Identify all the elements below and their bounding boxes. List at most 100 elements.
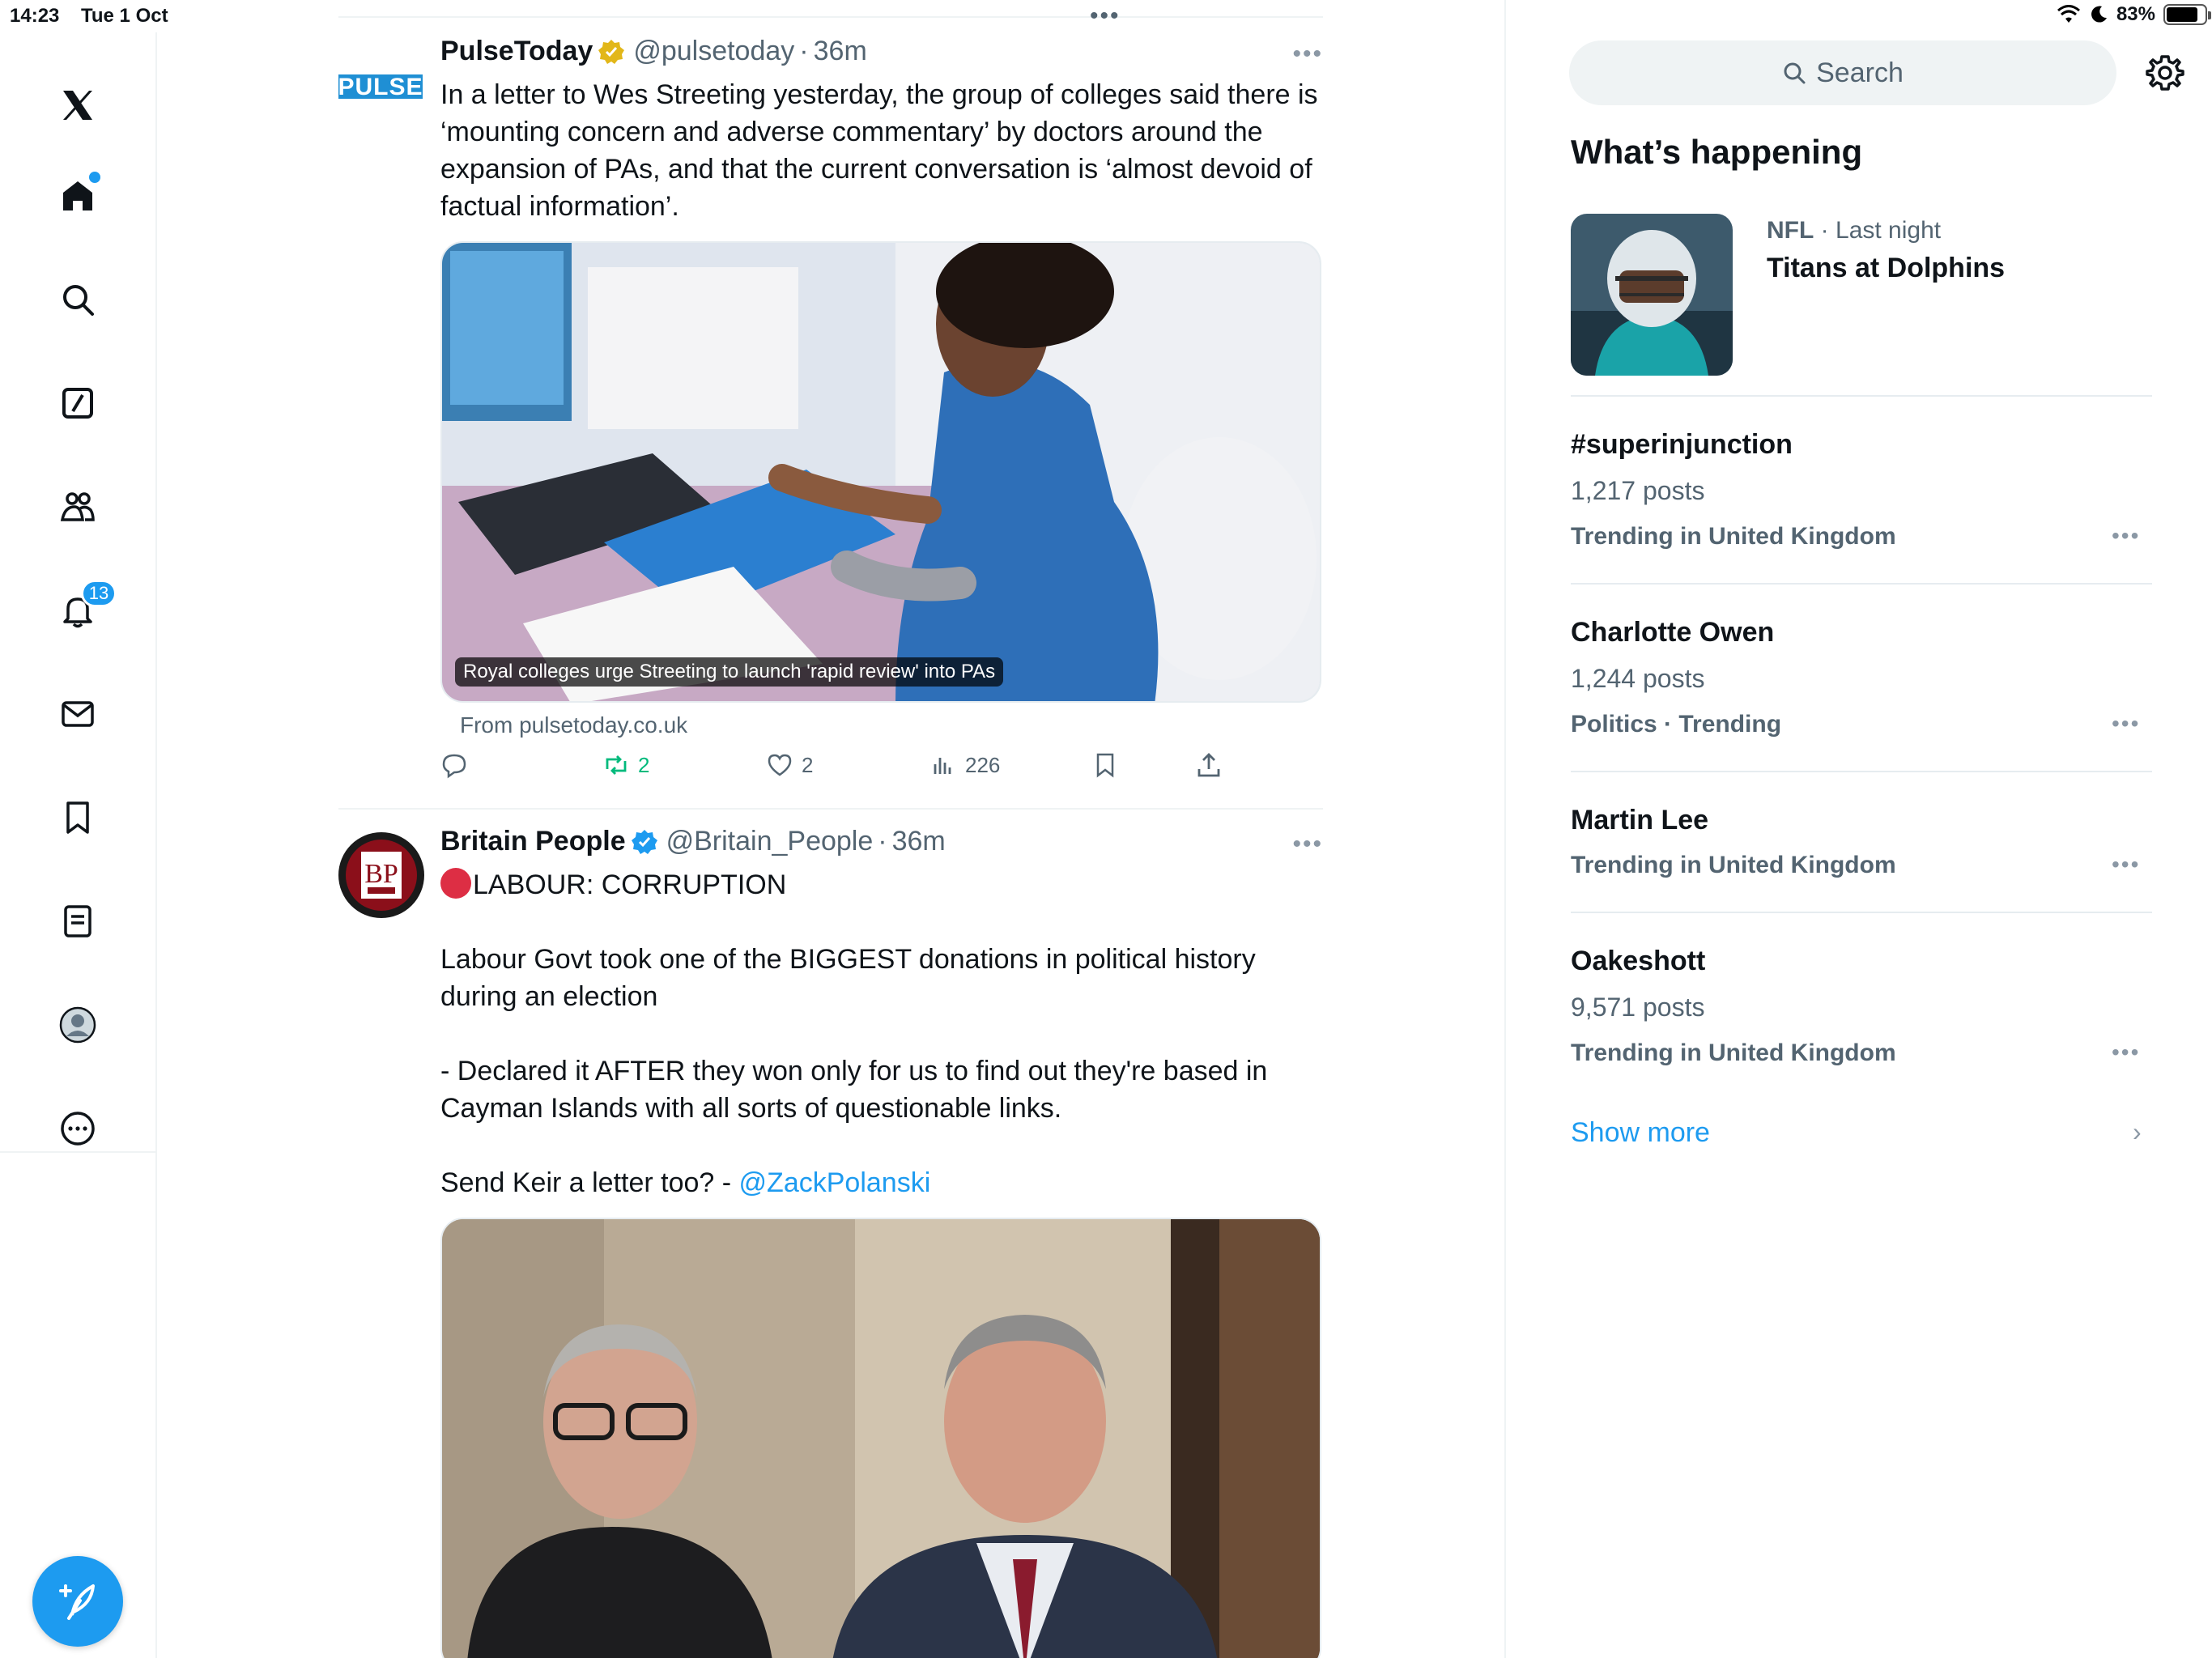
tweet-more-icon[interactable]: ••• (1292, 40, 1323, 68)
grok-icon[interactable] (45, 371, 110, 436)
views-button[interactable]: 226 (929, 751, 1000, 779)
britain-people-logo: BP (339, 833, 423, 917)
home-unread-dot (89, 172, 100, 183)
tweet-header: PulseToday @pulsetoday · 36m (440, 36, 867, 67)
tweet-actions: 2 2 226 (440, 751, 1323, 792)
status-time: 14:23 (10, 5, 60, 27)
link-card-caption: Royal colleges urge Streeting to launch … (455, 657, 1004, 687)
share-icon (1197, 753, 1220, 777)
home-icon[interactable] (45, 164, 110, 228)
featured-separator: · (1820, 217, 1829, 244)
left-navigation: 13 (0, 32, 157, 1658)
bookmarks-icon[interactable] (45, 785, 110, 850)
notifications-icon[interactable]: 13 (45, 578, 117, 643)
view-count: 226 (965, 752, 1001, 777)
tweet-body: Labour Govt took one of the BIGGEST dona… (440, 944, 1268, 1198)
share-button[interactable] (1195, 751, 1223, 779)
status-date: Tue 1 Oct (81, 5, 168, 27)
reply-icon (442, 754, 466, 779)
messages-icon[interactable] (45, 682, 110, 746)
feather-plus-icon (59, 1584, 95, 1620)
author-handle[interactable]: @pulsetoday (633, 36, 794, 67)
tweet-time[interactable]: 36m (814, 36, 867, 67)
timeline-feed: ••• PULSE PulseToday @pulsetoday · 36m •… (338, 0, 1323, 1658)
retweet-icon (606, 755, 627, 775)
views-icon (934, 758, 951, 774)
trend-more-icon[interactable]: ••• (2112, 711, 2140, 737)
notifications-badge: 13 (81, 580, 117, 607)
trend-divider (1571, 771, 2152, 772)
trend-count: 1,244 posts (1571, 664, 1705, 693)
author-handle[interactable]: @Britain_People (666, 826, 874, 857)
communities-icon[interactable] (45, 474, 110, 539)
featured-when: Last night (1836, 217, 1942, 244)
whats-happening-title: What’s happening (1571, 133, 1863, 171)
retweet-count: 2 (638, 752, 650, 777)
gold-verified-badge-icon (598, 39, 625, 64)
trend-more-icon[interactable]: ••• (2112, 1039, 2140, 1065)
football-player-image (1571, 214, 1733, 376)
featured-category: NFL (1767, 217, 1814, 244)
trend-divider (1571, 912, 2152, 913)
link-card-image[interactable]: Royal colleges urge Streeting to launch … (440, 241, 1321, 703)
pulsetoday-avatar-text: PULSE (338, 74, 423, 100)
mention-link[interactable]: @ZackPolanski (739, 1167, 931, 1198)
pulsetoday-avatar[interactable]: PULSE (338, 65, 423, 104)
tweet-time[interactable]: 36m (892, 826, 946, 857)
trend-context: Trending in United Kingdom (1571, 852, 1896, 878)
trend-count: 1,217 posts (1571, 476, 1705, 505)
bookmark-button[interactable] (1091, 751, 1119, 779)
author-name[interactable]: PulseToday (440, 36, 593, 67)
trend-divider (1571, 395, 2152, 397)
trend-name: Charlotte Owen (1571, 617, 1775, 648)
tweet-text-headline: LABOUR: CORRUPTION (440, 866, 1331, 903)
trend-count: 9,571 posts (1571, 993, 1705, 1022)
tweet-divider (338, 808, 1323, 810)
compose-post-button[interactable] (32, 1556, 123, 1647)
reply-button[interactable] (440, 751, 468, 779)
search-icon (1784, 62, 1806, 84)
tweet-photo[interactable] (440, 1218, 1321, 1658)
trend-name: #superinjunction (1571, 429, 1793, 460)
featured-trend-meta: NFL · Last night (1767, 217, 1941, 244)
nav-divider (0, 1151, 157, 1153)
feed-top-divider (338, 16, 1323, 18)
header-separator: · (878, 826, 887, 857)
tweet-text-body: Labour Govt took one of the BIGGEST dona… (440, 941, 1331, 1201)
red-circle-icon (440, 868, 471, 899)
featured-trend-image (1571, 214, 1733, 376)
search-input[interactable]: Search (1569, 40, 2116, 105)
trend-context: Politics · Trending (1571, 711, 1782, 738)
show-more-link[interactable]: Show more (1571, 1117, 1710, 1149)
trend-context: Trending in United Kingdom (1571, 1039, 1896, 1066)
heart-icon (768, 754, 792, 776)
search-icon[interactable] (45, 267, 110, 332)
bookmark-icon (1096, 753, 1114, 778)
trend-name: Martin Lee (1571, 805, 1709, 835)
trend-divider (1571, 583, 2152, 585)
header-separator: · (799, 36, 809, 66)
profile-icon[interactable] (45, 993, 110, 1057)
trend-context: Trending in United Kingdom (1571, 523, 1896, 550)
settings-gear-icon[interactable] (2146, 53, 2184, 92)
retweet-button[interactable]: 2 (602, 751, 649, 779)
right-sidebar: Search What’s happening NFL · Last night… (1504, 0, 2212, 1658)
tweet-headline: LABOUR: CORRUPTION (473, 869, 787, 900)
author-name[interactable]: Britain People (440, 826, 626, 857)
nurse-at-desk-image (442, 243, 1320, 701)
featured-trend-title: Titans at Dolphins (1767, 253, 2006, 283)
britain-people-avatar[interactable]: BP (338, 832, 424, 918)
x-logo-icon[interactable] (45, 73, 110, 138)
trend-name: Oakeshott (1571, 946, 1706, 976)
trend-more-icon[interactable]: ••• (2112, 523, 2140, 549)
trend-more-icon[interactable]: ••• (2112, 852, 2140, 878)
like-button[interactable]: 2 (766, 751, 813, 779)
chevron-right-icon[interactable]: › (2133, 1117, 2142, 1147)
two-men-at-table-image (442, 1219, 1320, 1658)
lists-icon[interactable] (45, 889, 110, 954)
link-card-source[interactable]: From pulsetoday.co.uk (460, 712, 687, 738)
search-placeholder: Search (1816, 57, 1904, 88)
tweet-header: Britain People @Britain_People · 36m (440, 826, 946, 857)
multitasking-handle[interactable]: ••• (1090, 4, 1121, 28)
tweet-more-icon[interactable]: ••• (1292, 831, 1323, 858)
